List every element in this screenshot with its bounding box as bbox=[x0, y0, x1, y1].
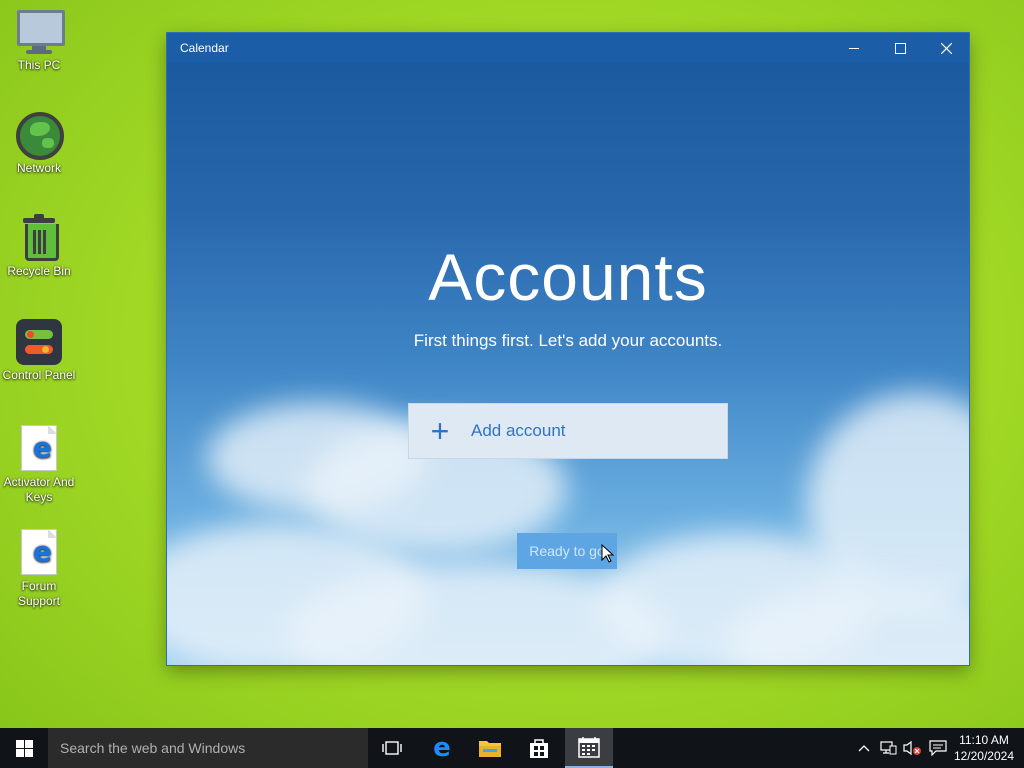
chevron-up-icon bbox=[858, 745, 870, 752]
search-box[interactable]: Search the web and Windows bbox=[48, 728, 368, 768]
control-panel-icon bbox=[15, 318, 63, 366]
page-title: Accounts bbox=[428, 240, 708, 314]
clock-date: 12/20/2024 bbox=[953, 749, 1014, 763]
network-tray-button[interactable] bbox=[877, 728, 899, 768]
mouse-cursor-icon bbox=[601, 544, 615, 563]
desktop-icon-this-pc[interactable]: This PC bbox=[0, 8, 78, 73]
maximize-icon bbox=[894, 42, 906, 54]
file-explorer-taskbar-button[interactable] bbox=[466, 728, 514, 768]
minimize-icon bbox=[849, 47, 859, 49]
show-hidden-icons-button[interactable] bbox=[855, 728, 873, 768]
edge-document-icon: e bbox=[15, 529, 63, 577]
add-account-button[interactable]: + Add account bbox=[408, 403, 728, 459]
network-icon bbox=[880, 741, 897, 755]
desktop-icon-network[interactable]: Network bbox=[0, 111, 78, 176]
calendar-taskbar-button[interactable] bbox=[565, 728, 613, 768]
desktop-icon-label: Recycle Bin bbox=[7, 264, 71, 278]
task-view-icon bbox=[382, 741, 402, 755]
taskbar: Search the web and Windows e 11:10 AM 12… bbox=[0, 728, 1024, 768]
action-center-button[interactable] bbox=[927, 728, 949, 768]
recycle-bin-icon bbox=[15, 214, 63, 262]
windows-logo-icon bbox=[15, 739, 33, 757]
add-account-label: Add account bbox=[471, 421, 566, 440]
edge-taskbar-button[interactable]: e bbox=[418, 728, 466, 768]
desktop-icon-label: Activator And Keys bbox=[3, 475, 75, 504]
minimize-button[interactable] bbox=[831, 33, 877, 63]
computer-icon bbox=[15, 8, 65, 56]
accounts-page: Accounts First things first. Let's add y… bbox=[167, 63, 969, 665]
desktop-icon-label: This PC bbox=[17, 58, 61, 72]
task-view-button[interactable] bbox=[368, 728, 416, 768]
desktop-icon-forum-support[interactable]: e Forum Support bbox=[0, 529, 78, 609]
start-button[interactable] bbox=[0, 728, 48, 768]
close-icon bbox=[940, 42, 952, 54]
window-title: Calendar bbox=[180, 41, 229, 55]
volume-muted-icon bbox=[903, 740, 921, 756]
desktop-icon-label: Control Panel bbox=[2, 368, 76, 382]
desktop-icon-label: Network bbox=[16, 161, 61, 175]
search-placeholder: Search the web and Windows bbox=[60, 740, 246, 756]
folder-icon bbox=[479, 741, 501, 757]
globe-icon bbox=[15, 111, 64, 160]
store-icon bbox=[530, 739, 548, 758]
taskbar-clock[interactable]: 11:10 AM 12/20/2024 bbox=[954, 732, 1014, 764]
notification-icon bbox=[929, 740, 947, 756]
volume-tray-button[interactable] bbox=[901, 728, 923, 768]
close-button[interactable] bbox=[923, 33, 969, 63]
edge-document-icon: e bbox=[15, 425, 63, 473]
plus-icon: + bbox=[430, 413, 450, 449]
edge-icon: e bbox=[433, 733, 451, 763]
calendar-icon bbox=[578, 737, 600, 758]
calendar-window: Calendar Accounts First things first. Le… bbox=[167, 33, 969, 665]
desktop-icon-activator[interactable]: e Activator And Keys bbox=[0, 425, 78, 505]
page-subtitle: First things first. Let's add your accou… bbox=[413, 331, 723, 350]
maximize-button[interactable] bbox=[877, 33, 923, 63]
store-taskbar-button[interactable] bbox=[515, 728, 563, 768]
clock-time: 11:10 AM bbox=[959, 733, 1009, 747]
title-bar[interactable]: Calendar bbox=[167, 33, 969, 63]
desktop-icon-label: Forum Support bbox=[17, 579, 61, 608]
desktop-icon-recycle-bin[interactable]: Recycle Bin bbox=[0, 214, 78, 279]
desktop-icon-control-panel[interactable]: Control Panel bbox=[0, 318, 78, 383]
